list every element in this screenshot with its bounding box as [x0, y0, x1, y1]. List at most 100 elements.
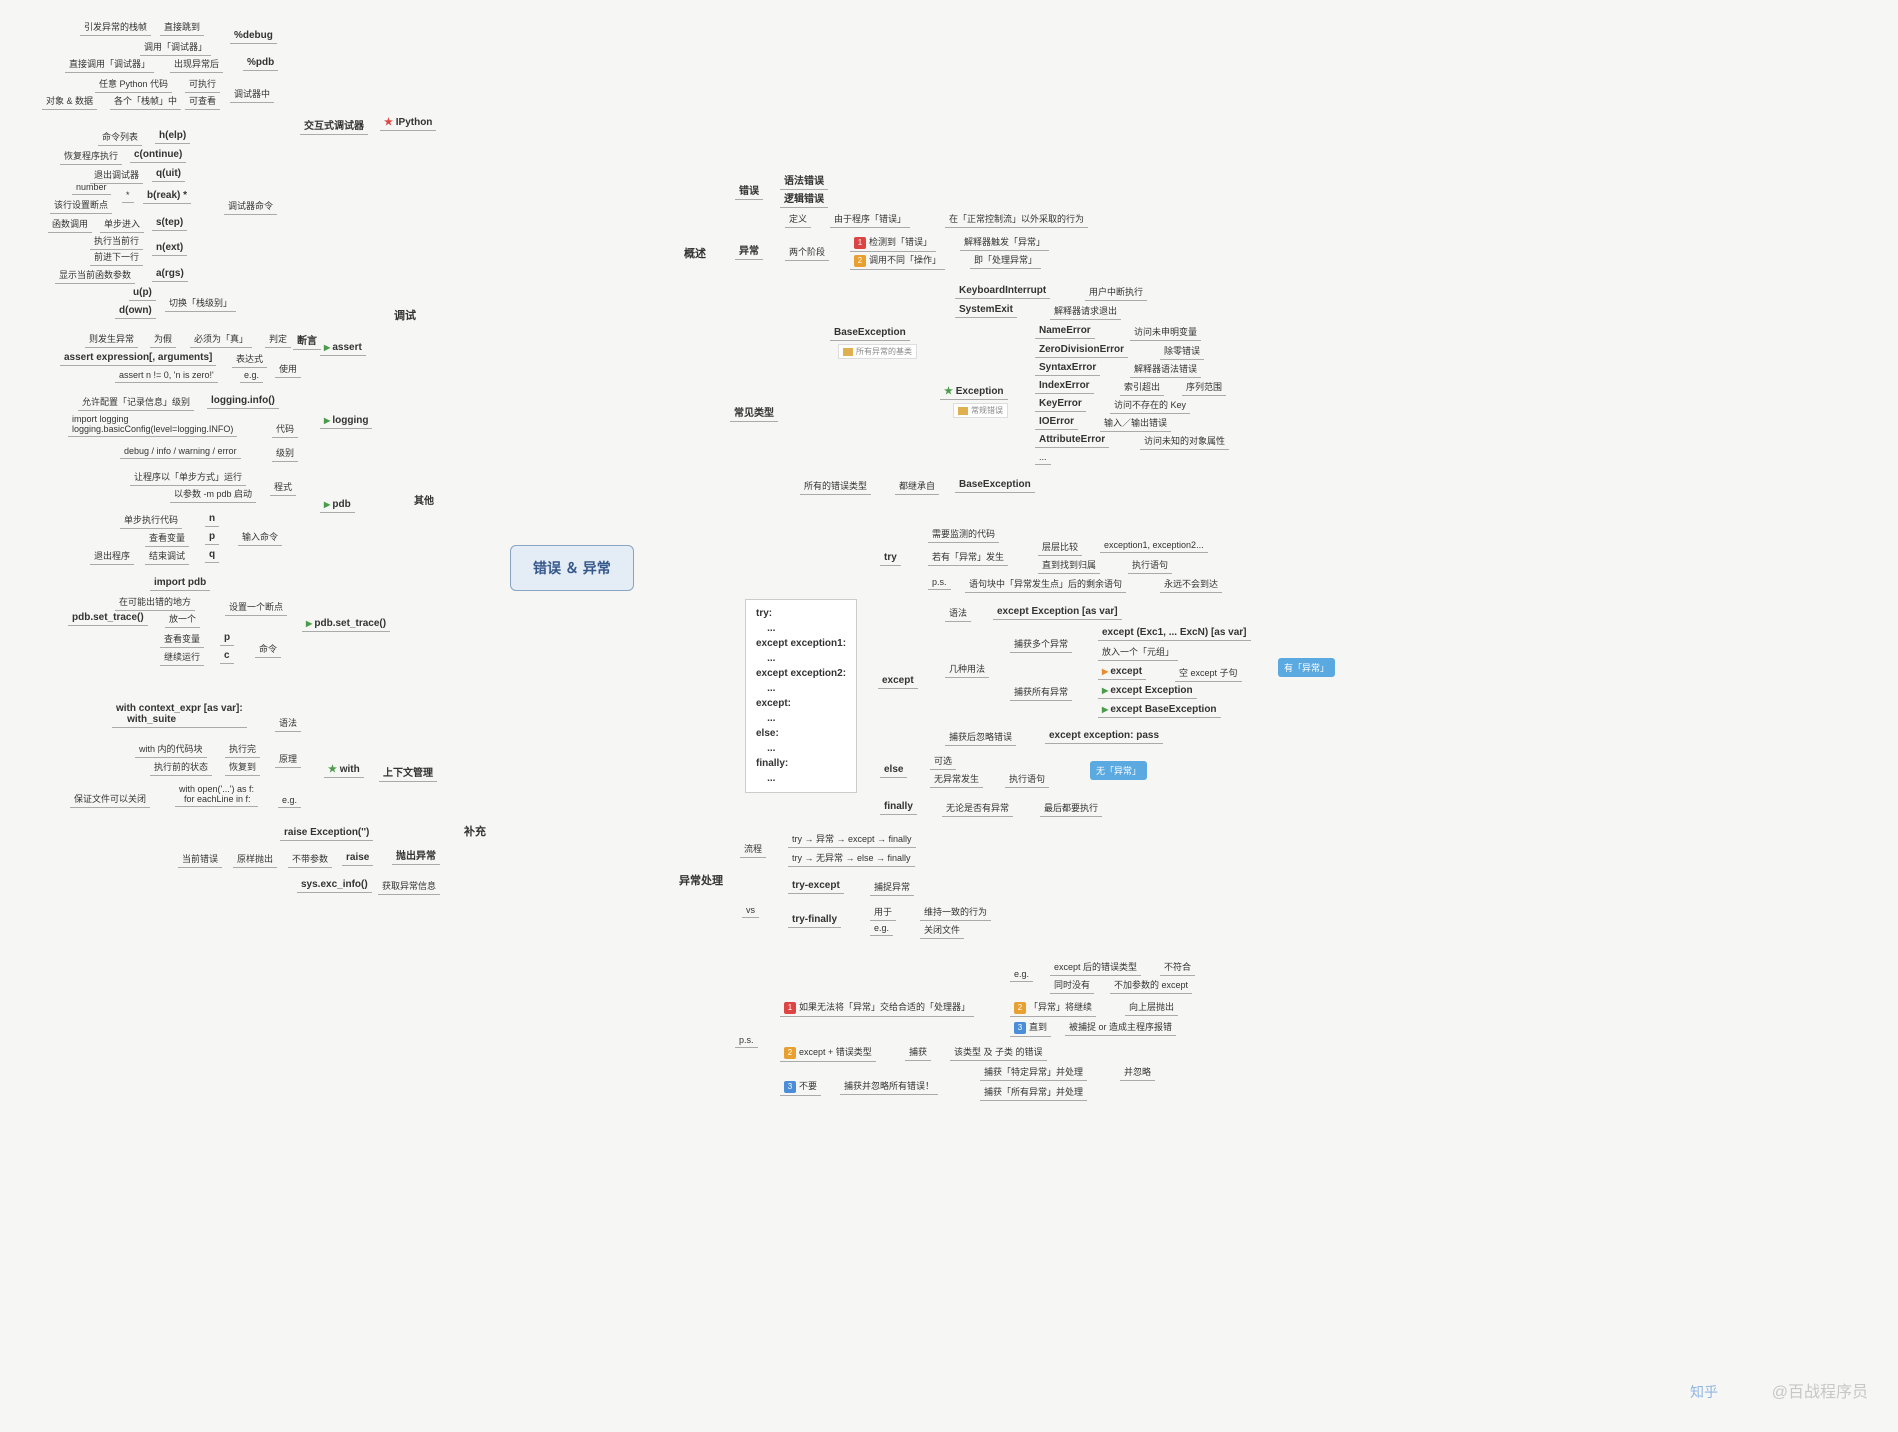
leaf: pdb.set_trace() [68, 610, 148, 626]
leaf: 访问未知的对象属性 [1140, 432, 1229, 450]
leaf: 退出程序 [90, 547, 134, 565]
leaf: 捕获「特定异常」并处理 [980, 1063, 1087, 1081]
leaf: IOError [1035, 414, 1078, 430]
leaf: 输入命令 [238, 528, 282, 546]
leaf: 1检测到「错误」 [850, 233, 936, 252]
node-pct-debug[interactable]: %debug [230, 28, 277, 44]
leaf: 需要监测的代码 [928, 525, 999, 543]
leaf: e.g. [1010, 967, 1033, 982]
node-interactive-debugger[interactable]: 交互式调试器 [300, 115, 368, 135]
leaf: 级别 [272, 444, 298, 462]
leaf: KeyError [1035, 396, 1086, 412]
node-logging[interactable]: logging [320, 413, 372, 429]
node-try[interactable]: try [880, 550, 901, 566]
node-common-types[interactable]: 常见类型 [730, 402, 778, 422]
leaf: ... [1035, 450, 1051, 465]
node-except[interactable]: except [878, 673, 918, 689]
node-exception-cls[interactable]: Exception [940, 384, 1008, 400]
cmd: c(ontinue) [130, 147, 186, 163]
node-exception[interactable]: 异常 [735, 240, 763, 260]
branch-overview[interactable]: 概述 [680, 243, 710, 263]
leaf: except [1098, 664, 1146, 680]
node-pdb[interactable]: pdb [320, 497, 355, 513]
leaf: except exception: pass [1045, 728, 1163, 744]
leaf: 引发异常的栈帧 [80, 18, 151, 36]
leaf: 执行语句 [1128, 556, 1172, 574]
node-vs[interactable]: vs [742, 903, 759, 918]
leaf: 命令 [255, 640, 281, 658]
leaf: 切换「栈级别」 [165, 294, 236, 312]
node-flow[interactable]: 流程 [740, 840, 766, 858]
leaf: 判定 [265, 330, 291, 348]
leaf: 可执行 [185, 75, 220, 93]
root-node[interactable]: 错误 ＆ 异常 [510, 545, 634, 591]
node-ctx[interactable]: 上下文管理 [379, 762, 437, 782]
leaf: 语法错误 [780, 170, 828, 190]
node-baseexception[interactable]: BaseException [830, 325, 910, 341]
branch-debug[interactable]: 调试 [390, 305, 420, 325]
leaf: 可查看 [185, 92, 220, 110]
leaf: 定义 [785, 210, 811, 228]
node-debugger-cmds[interactable]: 调试器命令 [224, 197, 277, 215]
code-block: try: ... except exception1: ... except e… [745, 599, 857, 793]
cmd: n(ext) [152, 240, 187, 256]
node-with[interactable]: with [324, 762, 364, 778]
node-pct-pdb[interactable]: %pdb [243, 55, 278, 71]
branch-supplement[interactable]: 补充 [460, 821, 490, 841]
leaf: 让程序以「单步方式」运行 [130, 468, 246, 486]
branch-handle[interactable]: 异常处理 [675, 870, 727, 890]
leaf: 访问不存在的 Key [1110, 396, 1190, 414]
leaf: sys.exc_info() [297, 877, 372, 893]
node-raise[interactable]: 抛出异常 [392, 845, 440, 865]
leaf: 空 except 子句 [1175, 664, 1242, 682]
node-assert[interactable]: assert [320, 340, 366, 356]
node-else[interactable]: else [880, 762, 907, 778]
leaf: 代码 [272, 420, 298, 438]
leaf: 索引超出 [1120, 378, 1164, 396]
leaf: 序列范围 [1182, 378, 1226, 396]
leaf: try → 无异常 → else → finally [788, 849, 915, 867]
cmd: h(elp) [155, 128, 190, 144]
leaf: p [220, 630, 234, 646]
leaf: 当前错误 [178, 850, 222, 868]
node[interactable]: 调试器中 [230, 85, 274, 103]
leaf: 逻辑错误 [780, 188, 828, 208]
leaf: 结束调试 [145, 547, 189, 565]
leaf: 允许配置「记录信息」级别 [78, 393, 194, 411]
leaf: 表达式 [232, 350, 267, 368]
leaf: except 后的错误类型 [1050, 958, 1141, 976]
leaf: 解释器语法错误 [1130, 360, 1201, 378]
callout-no-exception: 无「异常」 [1090, 761, 1147, 780]
cmd: u(p) [129, 285, 156, 301]
leaf: with context_expr [as var]: with_suite [112, 701, 247, 728]
node-ps[interactable]: p.s. [735, 1033, 758, 1048]
leaf: 并忽略 [1120, 1063, 1155, 1081]
leaf: e.g. [240, 368, 263, 383]
leaf: 不加参数的 except [1110, 976, 1192, 994]
leaf: 关闭文件 [920, 921, 964, 939]
node-settrace[interactable]: pdb.set_trace() [302, 616, 390, 632]
leaf: 保证文件可以关闭 [70, 790, 150, 808]
cmd: b(reak) * [143, 188, 191, 204]
leaf: except Exception [as var] [993, 604, 1122, 620]
node-other[interactable]: 其他 [410, 490, 438, 509]
leaf: with open('...') as f: for eachLine in f… [175, 782, 258, 807]
leaf: 对象 & 数据 [42, 92, 97, 110]
node-ipython[interactable]: IPython [380, 115, 436, 131]
tag: 所有异常的基类 [830, 342, 921, 361]
leaf: IndexError [1035, 378, 1094, 394]
leaf: c [220, 648, 234, 664]
leaf: 永远不会到达 [1160, 575, 1222, 593]
leaf: 2except + 错误类型 [780, 1043, 876, 1062]
leaf: 3直到 [1010, 1018, 1051, 1037]
leaf: except BaseException [1098, 702, 1221, 718]
leaf: * [122, 188, 134, 203]
leaf: 在「正常控制流」以外采取的行为 [945, 210, 1088, 228]
leaf: 显示当前函数参数 [55, 266, 135, 284]
leaf: 直到找到归属 [1038, 556, 1100, 574]
node-error[interactable]: 错误 [735, 180, 763, 200]
leaf: 直接跳到 [160, 18, 204, 36]
leaf: 捕获并忽略所有错误！ [840, 1077, 938, 1095]
node-finally[interactable]: finally [880, 799, 917, 815]
leaf: n [205, 511, 219, 527]
